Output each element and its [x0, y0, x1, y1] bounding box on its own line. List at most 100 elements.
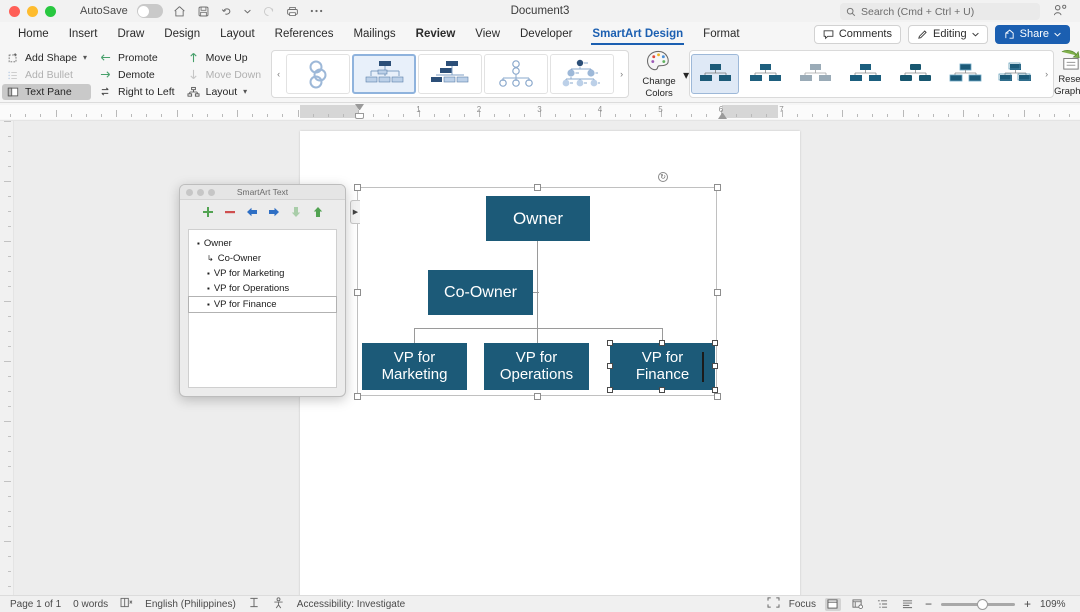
smartart-graphic-frame[interactable]: ▶ Owner Co-Owner VP for Marketing VP for…	[350, 172, 721, 400]
add-shape-button[interactable]: Add Shape ▾	[2, 50, 91, 66]
text-pane-item-vp-finance[interactable]: ▪ VP for Finance	[188, 296, 337, 313]
handle-middle-right[interactable]	[712, 363, 718, 369]
text-pane-outline-list[interactable]: ▪ Owner ↳ Co-Owner ▪ VP for Marketing ▪ …	[188, 229, 337, 388]
tp-promote-icon[interactable]	[246, 206, 258, 221]
zoom-slider[interactable]	[940, 598, 1015, 610]
language-label[interactable]: English (Philippines)	[145, 599, 236, 610]
handle-middle-left[interactable]	[607, 363, 613, 369]
autosave-toggle[interactable]	[136, 4, 163, 18]
text-pane-item-vp-marketing[interactable]: ▪ VP for Marketing	[189, 266, 336, 281]
vertical-ruler[interactable]	[0, 121, 14, 595]
tab-layout[interactable]: Layout	[210, 22, 265, 46]
layout-thumb-hierarchy-list[interactable]	[550, 54, 615, 94]
text-pane-toggle-arrow[interactable]: ▶	[350, 200, 360, 224]
layout-thumb-cycle[interactable]	[286, 54, 351, 94]
maximize-window-button[interactable]	[45, 5, 56, 17]
move-up-button[interactable]: Move Up	[183, 50, 265, 66]
frame-handle-middle-right[interactable]	[714, 289, 721, 296]
handle-top-right[interactable]	[712, 340, 718, 346]
styles-next-button[interactable]: ›	[1040, 51, 1053, 97]
save-icon[interactable]	[196, 4, 211, 19]
focus-icon[interactable]	[767, 597, 780, 611]
tab-draw[interactable]: Draw	[107, 22, 154, 46]
frame-handle-bottom-left[interactable]	[354, 393, 361, 400]
smartart-node-vp-finance[interactable]: VP for Finance	[610, 343, 715, 390]
frame-handle-bottom-right[interactable]	[714, 393, 721, 400]
close-window-button[interactable]	[9, 5, 20, 17]
outline-view-button[interactable]	[875, 598, 891, 611]
right-indent-marker[interactable]	[718, 112, 727, 119]
smartart-node-owner[interactable]: Owner	[486, 196, 590, 241]
frame-handle-bottom-center[interactable]	[534, 393, 541, 400]
tp-add-shape-icon[interactable]	[202, 206, 214, 221]
text-pane-item-owner[interactable]: ▪ Owner	[189, 236, 336, 251]
print-layout-view-button[interactable]	[824, 597, 841, 611]
focus-label[interactable]: Focus	[789, 599, 816, 610]
reset-graphic-button[interactable]: Reset Graphic	[1054, 46, 1080, 99]
frame-handle-top-right[interactable]	[714, 184, 721, 191]
zoom-in-button[interactable]: +	[1024, 597, 1031, 611]
accessibility-label[interactable]: Accessibility: Investigate	[297, 599, 405, 610]
chevron-down-icon[interactable]: ▾	[83, 53, 87, 62]
frame-handle-middle-left[interactable]	[354, 289, 361, 296]
rotate-handle[interactable]: ↻	[658, 172, 668, 182]
style-thumb-cartoon[interactable]	[991, 54, 1039, 94]
horizontal-ruler[interactable]: 1234567	[0, 103, 1080, 121]
handle-top-left[interactable]	[607, 340, 613, 346]
zoom-level-label[interactable]: 109%	[1040, 599, 1070, 610]
tab-home[interactable]: Home	[8, 22, 59, 46]
zoom-out-button[interactable]: −	[925, 597, 932, 611]
style-thumb-intense-effect[interactable]	[841, 54, 889, 94]
frame-handle-top-left[interactable]	[354, 184, 361, 191]
tp-remove-shape-icon[interactable]	[224, 206, 236, 221]
text-pane-item-vp-operations[interactable]: ▪ VP for Operations	[189, 281, 336, 296]
accessibility-icon[interactable]	[272, 596, 285, 612]
print-icon[interactable]	[285, 4, 300, 19]
window-controls[interactable]	[0, 5, 56, 17]
smartart-text-pane[interactable]: SmartArt Text ▪ Owner ↳ Co-Owner ▪ VP fo…	[179, 184, 346, 397]
search-box[interactable]: Search (Cmd + Ctrl + U)	[840, 3, 1040, 20]
smartart-node-vp-marketing[interactable]: VP for Marketing	[362, 343, 467, 390]
chevron-down-icon[interactable]: ▾	[243, 87, 247, 96]
share-button[interactable]: Share	[994, 24, 1070, 44]
minimize-window-button[interactable]	[27, 5, 38, 17]
gallery-prev-button[interactable]: ‹	[272, 51, 285, 97]
style-thumb-simple-fill[interactable]	[691, 54, 740, 94]
handle-bottom-left[interactable]	[607, 387, 613, 393]
tab-smartart-design[interactable]: SmartArt Design	[582, 22, 693, 46]
right-to-left-button[interactable]: Right to Left	[95, 84, 179, 100]
tab-references[interactable]: References	[265, 22, 344, 46]
comments-button[interactable]: Comments	[813, 24, 901, 44]
style-thumb-inset[interactable]	[941, 54, 989, 94]
zoom-slider-knob[interactable]	[976, 598, 988, 610]
handle-bottom-center[interactable]	[659, 387, 665, 393]
tab-review[interactable]: Review	[406, 22, 466, 46]
tab-design[interactable]: Design	[154, 22, 210, 46]
tab-view[interactable]: View	[465, 22, 510, 46]
share-people-icon[interactable]	[1053, 4, 1068, 20]
text-pane-item-co-owner[interactable]: ↳ Co-Owner	[189, 251, 336, 266]
chevron-down-icon[interactable]	[244, 4, 252, 19]
smartart-node-co-owner[interactable]: Co-Owner	[428, 270, 533, 315]
first-line-indent-marker[interactable]	[355, 104, 364, 111]
frame-handle-top-center[interactable]	[534, 184, 541, 191]
text-pane-button[interactable]: Text Pane	[2, 83, 91, 100]
track-changes-icon[interactable]	[120, 597, 133, 611]
handle-top-center[interactable]	[659, 340, 665, 346]
more-options-icon[interactable]	[309, 4, 324, 19]
change-colors-button[interactable]: Change Colors	[633, 48, 685, 101]
tp-demote-icon[interactable]	[268, 206, 280, 221]
smartart-node-vp-operations[interactable]: VP for Operations	[484, 343, 589, 390]
style-thumb-polished[interactable]	[891, 54, 939, 94]
draft-view-button[interactable]	[900, 598, 916, 611]
home-icon[interactable]	[172, 4, 187, 19]
tp-move-up-icon[interactable]	[312, 206, 324, 221]
tab-format[interactable]: Format	[693, 22, 749, 46]
promote-button[interactable]: Promote	[95, 50, 179, 66]
page-count-label[interactable]: Page 1 of 1	[10, 599, 61, 610]
layout-thumb-circle-picture-hierarchy[interactable]	[484, 54, 549, 94]
editing-mode-button[interactable]: Editing	[908, 24, 988, 44]
style-thumb-moderate-effect[interactable]	[791, 54, 839, 94]
layout-button[interactable]: Layout ▾	[183, 84, 265, 100]
left-indent-marker[interactable]	[355, 113, 364, 119]
